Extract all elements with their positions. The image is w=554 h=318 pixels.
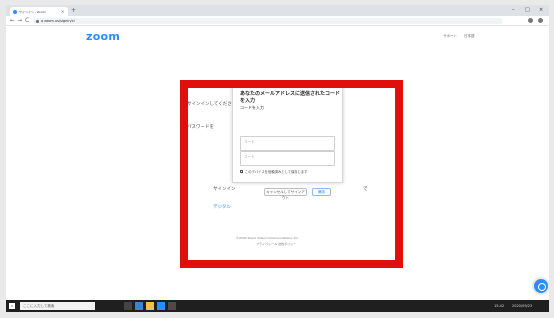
folder-icon[interactable] <box>146 302 154 310</box>
windows-start-icon[interactable] <box>9 303 15 309</box>
browser-window: サインイン - Zoom × + – □ × ← → C a zoom.us/s… <box>6 5 549 312</box>
zoom-favicon-icon <box>13 9 17 14</box>
maximize-button[interactable]: □ <box>525 6 530 14</box>
clock-time[interactable]: 15:42 <box>494 303 504 309</box>
language-link[interactable]: 日本語 <box>464 34 475 39</box>
zoom-app-icon[interactable] <box>157 302 165 310</box>
browser-tab[interactable]: サインイン - Zoom × <box>10 7 68 16</box>
windows-taskbar: ここに入力して検索 15:42 2020/09/23 <box>6 300 549 312</box>
tab-bar: サインイン - Zoom × + – □ × <box>6 5 549 16</box>
close-window-button[interactable]: × <box>539 6 543 14</box>
browser-toolbar: ← → C a zoom.us/signin/cl <box>6 16 549 26</box>
highlight-frame <box>180 80 403 268</box>
clock-date[interactable]: 2020/09/23 <box>512 303 532 309</box>
reload-button[interactable]: C <box>25 17 29 25</box>
account-icon[interactable] <box>528 18 533 23</box>
tab-title: サインイン - Zoom <box>19 9 46 14</box>
support-link[interactable]: サポート <box>443 34 457 39</box>
task-view-icon[interactable] <box>124 302 132 310</box>
menu-icon[interactable] <box>538 18 543 23</box>
screenshot-frame: サインイン - Zoom × + – □ × ← → C a zoom.us/s… <box>0 0 554 318</box>
minimize-button[interactable]: – <box>512 6 515 14</box>
forward-button[interactable]: → <box>17 17 22 25</box>
help-chat-button[interactable] <box>532 277 550 295</box>
new-tab-button[interactable]: + <box>71 7 76 14</box>
tab-close-icon[interactable]: × <box>61 9 64 14</box>
taskbar-search[interactable]: ここに入力して検索 <box>20 302 95 310</box>
zoom-logo[interactable]: zoom <box>86 30 120 43</box>
store-icon[interactable] <box>168 302 176 310</box>
url-text: a zoom.us/signin/cl <box>41 19 75 23</box>
address-bar[interactable]: a zoom.us/signin/cl <box>33 18 503 24</box>
edge-icon[interactable] <box>135 302 143 310</box>
back-button[interactable]: ← <box>10 17 15 25</box>
lock-icon <box>36 19 39 23</box>
